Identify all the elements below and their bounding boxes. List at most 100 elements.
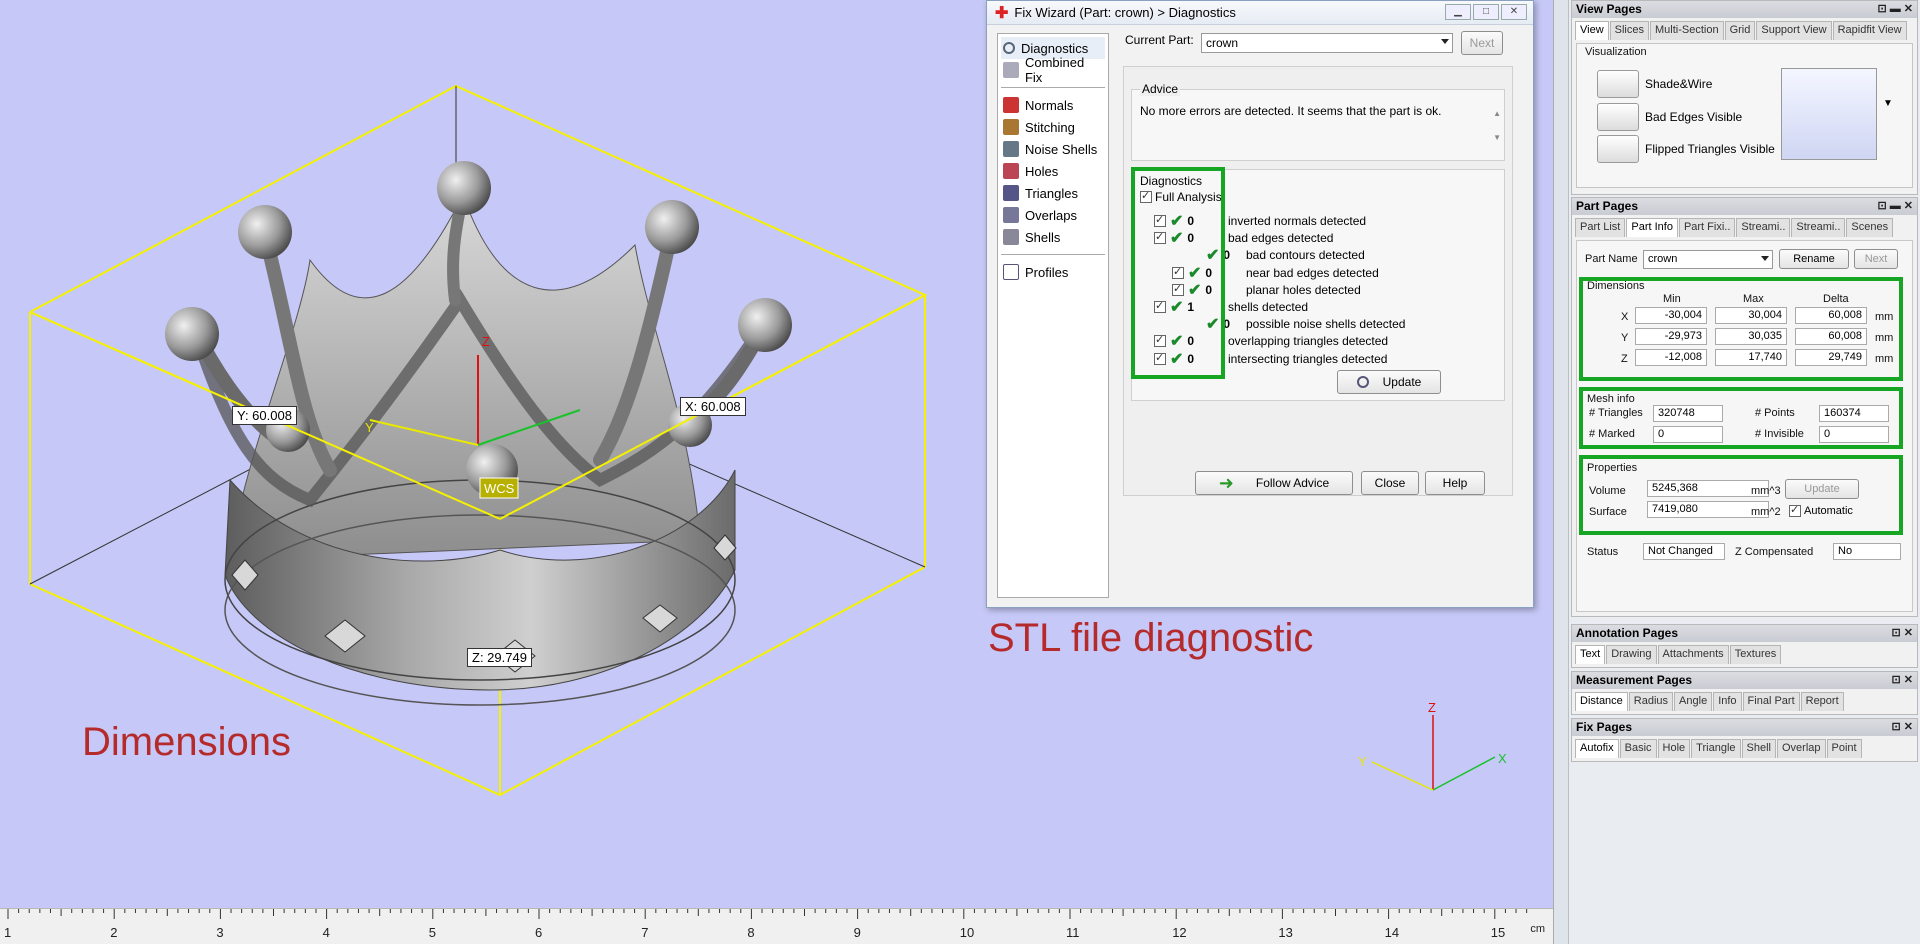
tab-radius[interactable]: Radius bbox=[1628, 692, 1674, 711]
svg-text:Y: Y bbox=[365, 420, 374, 435]
properties-highlight-box bbox=[1579, 455, 1903, 535]
flipped-triangles-row[interactable]: Flipped Triangles Visible bbox=[1597, 135, 1775, 163]
part-info-page: Part Name crown Rename Next Dimensions M… bbox=[1576, 240, 1913, 612]
tab-text[interactable]: Text bbox=[1575, 645, 1606, 664]
tab-triangle[interactable]: Triangle bbox=[1691, 739, 1741, 758]
x-dimension-label: X: 60.008 bbox=[680, 397, 746, 416]
diagnostics-highlight-box bbox=[1131, 167, 1225, 379]
tab-overlap[interactable]: Overlap bbox=[1776, 739, 1826, 758]
view-pages-tabs: View Slices Multi-Section Grid Support V… bbox=[1572, 21, 1917, 40]
minimize-button[interactable]: ▁ bbox=[1445, 4, 1471, 20]
bad-edges-icon[interactable] bbox=[1597, 103, 1639, 131]
tab-point[interactable]: Point bbox=[1826, 739, 1862, 758]
tab-drawing[interactable]: Drawing bbox=[1606, 645, 1657, 664]
pane-controls-icon[interactable]: ⊡ ▬ ✕ bbox=[1877, 1, 1913, 18]
tab-view[interactable]: View bbox=[1575, 21, 1609, 40]
tab-scenes[interactable]: Scenes bbox=[1846, 218, 1894, 237]
nav-noise-shells[interactable]: Noise Shells bbox=[1001, 138, 1105, 160]
diagnostic-text: near bad edges detected bbox=[1246, 265, 1379, 280]
tab-part-list[interactable]: Part List bbox=[1575, 218, 1626, 237]
tab-part-info[interactable]: Part Info bbox=[1626, 218, 1678, 237]
tab-attachments[interactable]: Attachments bbox=[1657, 645, 1729, 664]
part-next-button[interactable]: Next bbox=[1854, 249, 1898, 269]
tab-grid[interactable]: Grid bbox=[1724, 21, 1756, 40]
tab-hole[interactable]: Hole bbox=[1657, 739, 1691, 758]
netfabb-icon: ✚ bbox=[995, 4, 1009, 22]
follow-advice-button[interactable]: ➜ Follow Advice bbox=[1195, 471, 1353, 495]
nav-profiles[interactable]: Profiles bbox=[1001, 261, 1105, 283]
nav-stitching[interactable]: Stitching bbox=[1001, 116, 1105, 138]
view-pages-pane: View Pages ⊡ ▬ ✕ View Slices Multi-Sectio… bbox=[1571, 0, 1918, 195]
z-compensated-field: No bbox=[1833, 543, 1901, 560]
tab-angle[interactable]: Angle bbox=[1674, 692, 1713, 711]
nav-normals[interactable]: Normals bbox=[1001, 94, 1105, 116]
advice-text: No more errors are detected. It seems th… bbox=[1140, 104, 1442, 118]
view-cube-dropdown-icon[interactable]: ▼ bbox=[1883, 98, 1893, 109]
next-button[interactable]: Next bbox=[1461, 31, 1503, 55]
normals-icon bbox=[1003, 97, 1019, 113]
view-cube-icon[interactable] bbox=[1781, 68, 1877, 160]
ruler-tick-label: 12 bbox=[1172, 925, 1187, 940]
tab-shell[interactable]: Shell bbox=[1741, 739, 1776, 758]
shells-icon bbox=[1003, 229, 1019, 245]
tab-support-view[interactable]: Support View bbox=[1756, 21, 1832, 40]
tab-basic[interactable]: Basic bbox=[1619, 739, 1657, 758]
pane-controls-icon[interactable]: ⊡ ▬ ✕ bbox=[1877, 198, 1913, 215]
wizard-nav: Diagnostics Combined Fix Normals Stitchi… bbox=[997, 33, 1109, 598]
advice-title: Advice bbox=[1140, 82, 1181, 96]
pane-controls-icon[interactable]: ⊡ ✕ bbox=[1892, 672, 1914, 689]
nav-holes[interactable]: Holes bbox=[1001, 160, 1105, 182]
dimensions-caption: Dimensions bbox=[82, 720, 291, 764]
nav-overlaps[interactable]: Overlaps bbox=[1001, 204, 1105, 226]
close-window-button[interactable]: ✕ bbox=[1501, 4, 1527, 20]
bad-edges-row[interactable]: Bad Edges Visible bbox=[1597, 103, 1742, 131]
tab-streaming-1[interactable]: Streami.. bbox=[1736, 218, 1791, 237]
magnifier-icon bbox=[1003, 42, 1015, 54]
tab-rapidfit-view[interactable]: Rapidfit View bbox=[1832, 21, 1907, 40]
update-button[interactable]: Update bbox=[1337, 370, 1441, 394]
tab-report[interactable]: Report bbox=[1800, 692, 1844, 711]
tab-slices[interactable]: Slices bbox=[1609, 21, 1649, 40]
diagnostic-text: bad contours detected bbox=[1246, 248, 1365, 263]
tab-multi-section[interactable]: Multi-Section bbox=[1650, 21, 1724, 40]
diagnostic-text: intersecting triangles detected bbox=[1228, 351, 1388, 366]
nav-triangles[interactable]: Triangles bbox=[1001, 182, 1105, 204]
maximize-button[interactable]: □ bbox=[1473, 4, 1499, 20]
fix-pages-pane: Fix Pages ⊡ ✕ Autofix Basic Hole Triangle… bbox=[1571, 718, 1918, 762]
visualization-title: Visualization bbox=[1585, 46, 1647, 58]
tab-textures[interactable]: Textures bbox=[1729, 645, 1782, 664]
holes-icon bbox=[1003, 163, 1019, 179]
document-icon bbox=[1003, 264, 1019, 280]
ruler-tick-label: 11 bbox=[1066, 925, 1080, 940]
tab-final-part[interactable]: Final Part bbox=[1742, 692, 1800, 711]
rename-button[interactable]: Rename bbox=[1779, 249, 1849, 269]
z-dimension-label: Z: 29.749 bbox=[467, 648, 532, 667]
close-button[interactable]: Close bbox=[1361, 471, 1419, 495]
help-button[interactable]: Help bbox=[1425, 471, 1485, 495]
ruler-tick-label: 10 bbox=[959, 925, 975, 940]
shade-wire-icon[interactable] bbox=[1597, 70, 1639, 98]
measurement-pages-pane: Measurement Pages ⊡ ✕ Distance Radius Ang… bbox=[1571, 671, 1918, 715]
ruler-tick-label: 13 bbox=[1278, 925, 1293, 940]
ruler-tick-label: 14 bbox=[1384, 925, 1400, 940]
pane-controls-icon[interactable]: ⊡ ✕ bbox=[1892, 625, 1914, 642]
part-name-select[interactable]: crown bbox=[1643, 250, 1773, 269]
mini-axis-y: Y bbox=[1358, 754, 1367, 769]
axis-z-label: Z bbox=[482, 334, 490, 349]
tab-autofix[interactable]: Autofix bbox=[1575, 739, 1619, 758]
nav-combined-fix[interactable]: Combined Fix bbox=[1001, 55, 1105, 85]
shade-wire-row[interactable]: Shade&Wire bbox=[1597, 70, 1712, 98]
chevron-down-icon bbox=[1441, 39, 1449, 44]
tab-streaming-2[interactable]: Streami.. bbox=[1791, 218, 1846, 237]
tab-distance[interactable]: Distance bbox=[1575, 692, 1628, 711]
nav-shells[interactable]: Shells bbox=[1001, 226, 1105, 248]
tab-info[interactable]: Info bbox=[1713, 692, 1742, 711]
current-part-select[interactable]: crown bbox=[1201, 33, 1453, 53]
advice-group: Advice No more errors are detected. It s… bbox=[1131, 82, 1505, 161]
dock-handle[interactable] bbox=[1554, 0, 1569, 944]
flipped-triangles-icon[interactable] bbox=[1597, 135, 1639, 163]
pane-controls-icon[interactable]: ⊡ ✕ bbox=[1892, 719, 1914, 736]
advice-scrollbar[interactable]: ▲ ▼ bbox=[1493, 102, 1501, 150]
fix-wizard-dialog[interactable]: ✚ Fix Wizard (Part: crown) > Diagnostics… bbox=[986, 0, 1534, 608]
tab-part-fixing[interactable]: Part Fixi.. bbox=[1678, 218, 1736, 237]
